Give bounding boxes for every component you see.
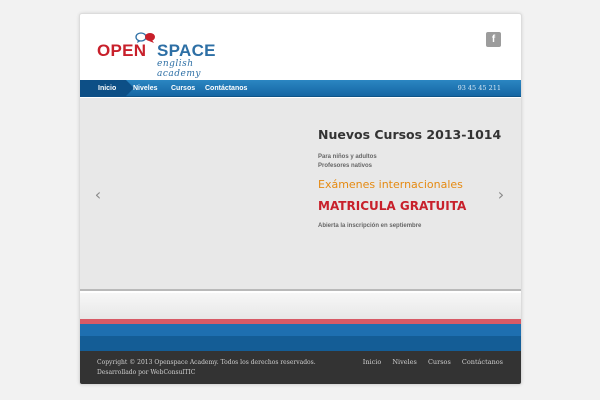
phone-number: 93 45 45 211	[457, 84, 501, 92]
footer-link-niveles[interactable]: Niveles	[392, 358, 417, 366]
slide-subtitle-1: Para niños y adultos	[318, 154, 377, 160]
footer: Copyright © 2013 Openspace Academy. Todo…	[80, 351, 521, 384]
slide-title: Nuevos Cursos 2013-1014	[318, 127, 502, 142]
slide-exams: Exámenes internacionales	[318, 178, 463, 191]
copyright-text: Copyright © 2013 Openspace Academy. Todo…	[97, 359, 316, 366]
footer-link-contactanos[interactable]: Contáctanos	[462, 358, 503, 366]
nav-item-contactanos[interactable]: Contáctanos	[205, 80, 247, 97]
footer-nav: Inicio Niveles Cursos Contáctanos	[354, 358, 503, 366]
nav-item-inicio[interactable]: Inicio	[98, 80, 116, 97]
decorative-stripe-dark-blue	[80, 336, 521, 351]
main-nav: Inicio Niveles Cursos Contáctanos 93 45 …	[80, 80, 521, 97]
slide-enrollment-note: Abierta la inscripción en septiembre	[318, 223, 422, 229]
facebook-icon[interactable]: f	[486, 32, 501, 47]
chevron-right-icon[interactable]: ›	[495, 186, 507, 204]
page-container: OPEN SPACE english academy f Inicio Nive…	[79, 13, 522, 385]
logo-tagline: english academy	[157, 59, 201, 79]
logo-word-open: OPEN	[97, 41, 147, 60]
chevron-left-icon[interactable]: ‹	[92, 186, 104, 204]
footer-link-cursos[interactable]: Cursos	[428, 358, 451, 366]
logo-word-space: SPACE	[157, 41, 216, 60]
logo[interactable]: OPEN SPACE english academy	[97, 32, 227, 79]
header: OPEN SPACE english academy f	[80, 14, 521, 80]
slide-subtitle-2: Profesores nativos	[318, 163, 373, 169]
hero-slider: ‹ › Nuevos Cursos 2013-1014 Para niños y…	[80, 98, 521, 291]
slide-promo: MATRICULA GRATUITA	[318, 199, 467, 213]
footer-copyright: Copyright © 2013 Openspace Academy. Todo…	[97, 358, 316, 378]
footer-link-inicio[interactable]: Inicio	[363, 358, 381, 366]
nav-item-cursos[interactable]: Cursos	[171, 80, 195, 97]
nav-item-niveles[interactable]: Niveles	[133, 80, 158, 97]
developer-credit[interactable]: Desarrollado por WebConsulTIC	[97, 368, 316, 378]
decorative-stripe-blue	[80, 324, 521, 336]
